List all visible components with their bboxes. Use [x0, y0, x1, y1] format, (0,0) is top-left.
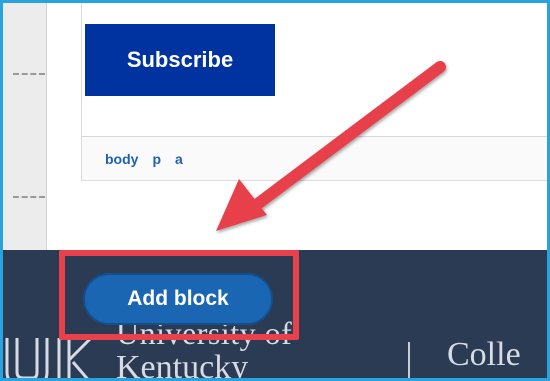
path-item-a[interactable]: a — [175, 151, 183, 167]
university-footer: University of Kentucky Colle — [3, 250, 547, 381]
path-item-p[interactable]: p — [152, 151, 161, 167]
dashed-guide-line — [13, 73, 45, 75]
left-gutter — [3, 3, 47, 250]
university-name-line-2: Kentucky — [116, 349, 249, 381]
path-item-body[interactable]: body — [105, 151, 138, 167]
footer-separator — [408, 342, 410, 378]
screenshot-frame: Subscribe body p a University of Kentuck… — [0, 0, 550, 381]
element-path-bar: body p a — [82, 136, 547, 180]
add-block-button[interactable]: Add block — [83, 273, 273, 325]
uk-logo-icon — [5, 336, 97, 378]
subscribe-button[interactable]: Subscribe — [85, 24, 275, 96]
college-name: Colle — [447, 336, 521, 373]
dashed-guide-line — [13, 196, 45, 198]
